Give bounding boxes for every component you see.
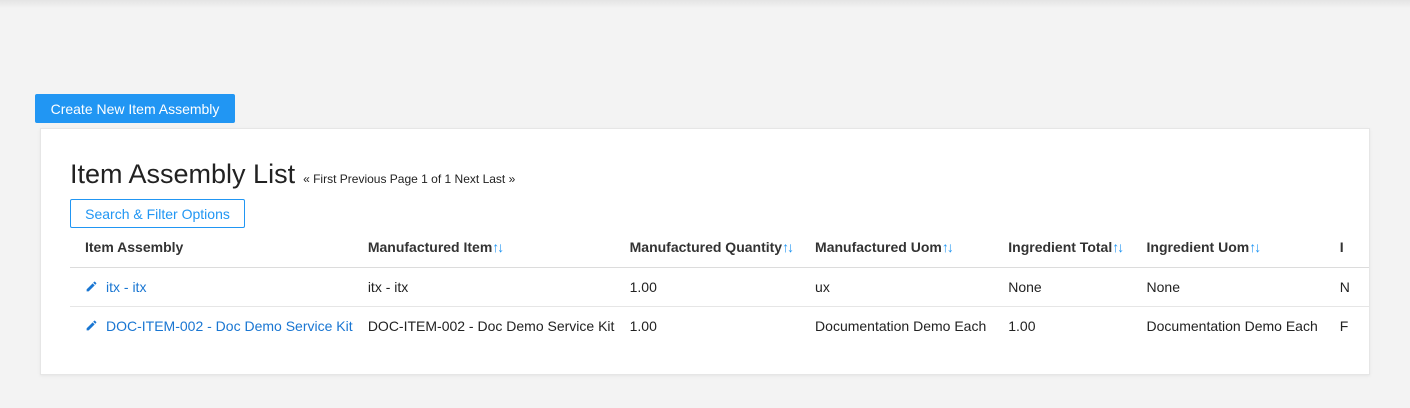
- cell-ingredient-uom: Documentation Demo Each: [1146, 317, 1318, 334]
- pager-first-link[interactable]: « First: [303, 172, 336, 186]
- item-assembly-link[interactable]: DOC-ITEM-002 - Doc Demo Service Kit: [106, 318, 353, 334]
- cell-manufactured-quantity: 1.00: [629, 317, 657, 334]
- cell-manufactured-quantity: 1.00: [614, 267, 801, 307]
- cell-item-assembly: itx - itx: [70, 267, 353, 307]
- sort-icon[interactable]: ↑↓: [1249, 239, 1261, 255]
- sort-icon[interactable]: ↑↓: [1112, 239, 1124, 255]
- cell-manufactured-uom: Documentation Demo Each: [815, 317, 987, 334]
- sort-icon[interactable]: ↑↓: [492, 239, 504, 255]
- pager-last-link[interactable]: Last »: [483, 172, 516, 186]
- cell-manufactured-item: itx - itx: [352, 267, 615, 307]
- cell-truncated: F: [1339, 317, 1349, 334]
- cell-ingredient-total: None: [993, 267, 1132, 307]
- search-filter-button[interactable]: Search & Filter Options: [70, 199, 245, 228]
- column-header-ingredient-uom: Ingredient Uom↑↓: [1131, 228, 1325, 268]
- column-header-item-assembly: Item Assembly: [70, 228, 353, 268]
- cell-item-assembly: DOC-ITEM-002 - Doc Demo Service Kit: [70, 306, 353, 345]
- pager-page-info: Page 1 of 1: [389, 172, 452, 186]
- column-header-manufactured-uom: Manufactured Uom↑↓: [800, 228, 994, 268]
- sort-icon[interactable]: ↑↓: [782, 239, 794, 255]
- column-header-truncated: I: [1324, 228, 1369, 268]
- item-assembly-table: Item Assembly Manufactured Item↑↓ Manufa…: [70, 228, 1369, 345]
- cell-manufactured-uom: ux: [800, 267, 994, 307]
- table-row: DOC-ITEM-002 - Doc Demo Service Kit DOC-…: [70, 306, 1369, 345]
- item-assembly-panel: Item Assembly List « First Previous Page…: [40, 128, 1370, 375]
- item-assembly-link[interactable]: itx - itx: [106, 279, 146, 295]
- column-header-manufactured-quantity: Manufactured Quantity↑↓: [614, 228, 801, 268]
- column-header-ingredient-total: Ingredient Total↑↓: [993, 228, 1132, 268]
- pager-previous-link[interactable]: Previous: [340, 172, 387, 186]
- pager-next-link[interactable]: Next: [455, 172, 480, 186]
- cell-ingredient-uom: None: [1131, 267, 1325, 307]
- pagination: « First Previous Page 1 of 1 Next Last »: [303, 172, 515, 186]
- title-row: Item Assembly List « First Previous Page…: [70, 159, 515, 190]
- cell-ingredient-total: 1.00: [1008, 317, 1036, 334]
- create-item-assembly-button[interactable]: Create New Item Assembly: [35, 94, 235, 123]
- cell-manufactured-item: DOC-ITEM-002 - Doc Demo Service Kit: [367, 317, 615, 334]
- column-header-manufactured-item: Manufactured Item↑↓: [352, 228, 615, 268]
- page-title: Item Assembly List: [70, 159, 296, 189]
- table-row: itx - itx itx - itx 1.00 ux None None N: [70, 267, 1369, 307]
- topbar-shadow: [0, 0, 1410, 8]
- sort-icon[interactable]: ↑↓: [942, 239, 954, 255]
- table-header-row: Item Assembly Manufactured Item↑↓ Manufa…: [70, 228, 1369, 268]
- pencil-icon[interactable]: [85, 319, 98, 332]
- pencil-icon[interactable]: [85, 280, 98, 293]
- cell-truncated: N: [1324, 267, 1369, 307]
